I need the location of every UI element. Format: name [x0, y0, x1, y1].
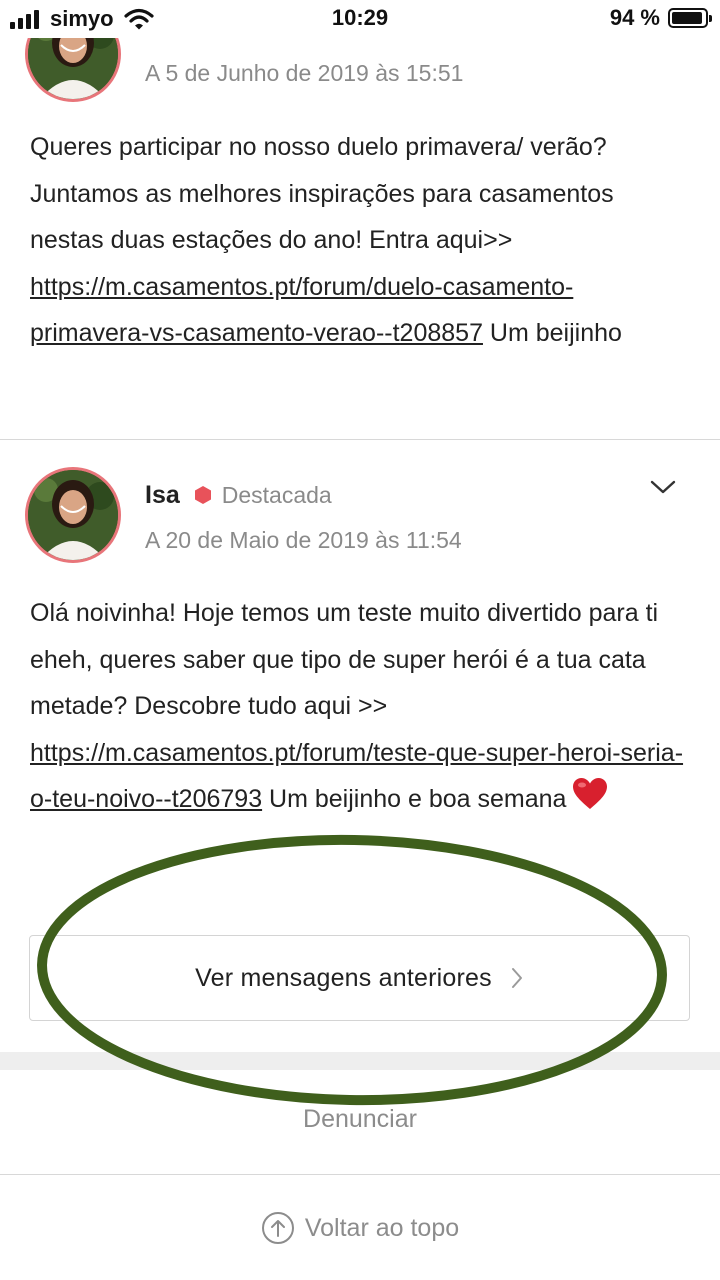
- post-date: A 5 de Junho de 2019 às 15:51: [145, 60, 464, 86]
- post-body: Olá noivinha! Hoje temos um teste muito …: [30, 590, 692, 823]
- post-avatar[interactable]: [25, 467, 121, 563]
- avatar-photo: [28, 470, 118, 560]
- section-separator: [0, 1052, 720, 1070]
- post-text-end: Um beijinho: [489, 319, 622, 347]
- battery-fill: [672, 12, 702, 24]
- load-previous-messages-button[interactable]: Ver mensagens anteriores: [29, 935, 690, 1021]
- status-bar: simyo 10:29 94 %: [0, 0, 720, 38]
- back-to-top-label: Voltar ao topo: [304, 1213, 460, 1242]
- post-text: Queres participar no nosso duelo primave…: [30, 133, 614, 254]
- post-body: Queres participar no nosso duelo primave…: [30, 124, 692, 357]
- author-name[interactable]: Isa: [145, 481, 180, 510]
- back-to-top-button[interactable]: Voltar ao topo: [0, 1205, 720, 1251]
- arrow-up-circle-icon: [261, 1212, 294, 1244]
- heart-icon: [573, 778, 608, 809]
- battery-icon: [668, 8, 712, 28]
- status-right: 94 %: [609, 5, 712, 31]
- load-more-label: Ver mensagens anteriores: [195, 963, 492, 992]
- featured-badge: Destacada: [221, 481, 332, 508]
- post-text: Olá noivinha! Hoje temos um teste muito …: [30, 599, 659, 720]
- chevron-down-icon: [650, 480, 676, 494]
- post-text-end: Um beijinho e boa semana: [269, 785, 567, 813]
- battery-tip: [709, 15, 712, 22]
- post-date: A 20 de Maio de 2019 às 11:54: [145, 527, 462, 553]
- chevron-right-icon: [510, 966, 524, 990]
- post-options-button[interactable]: [648, 472, 678, 502]
- battery-percent: 94 %: [609, 5, 660, 30]
- post-divider: [0, 439, 720, 440]
- post-author: Isa Destacada: [145, 480, 332, 510]
- footer-divider: [0, 1174, 720, 1175]
- forum-screen: simyo 10:29 94 % A 5 de Junho de 2019 às…: [0, 0, 720, 1280]
- hexagon-icon: [194, 486, 211, 504]
- report-link[interactable]: Denunciar: [0, 1105, 720, 1134]
